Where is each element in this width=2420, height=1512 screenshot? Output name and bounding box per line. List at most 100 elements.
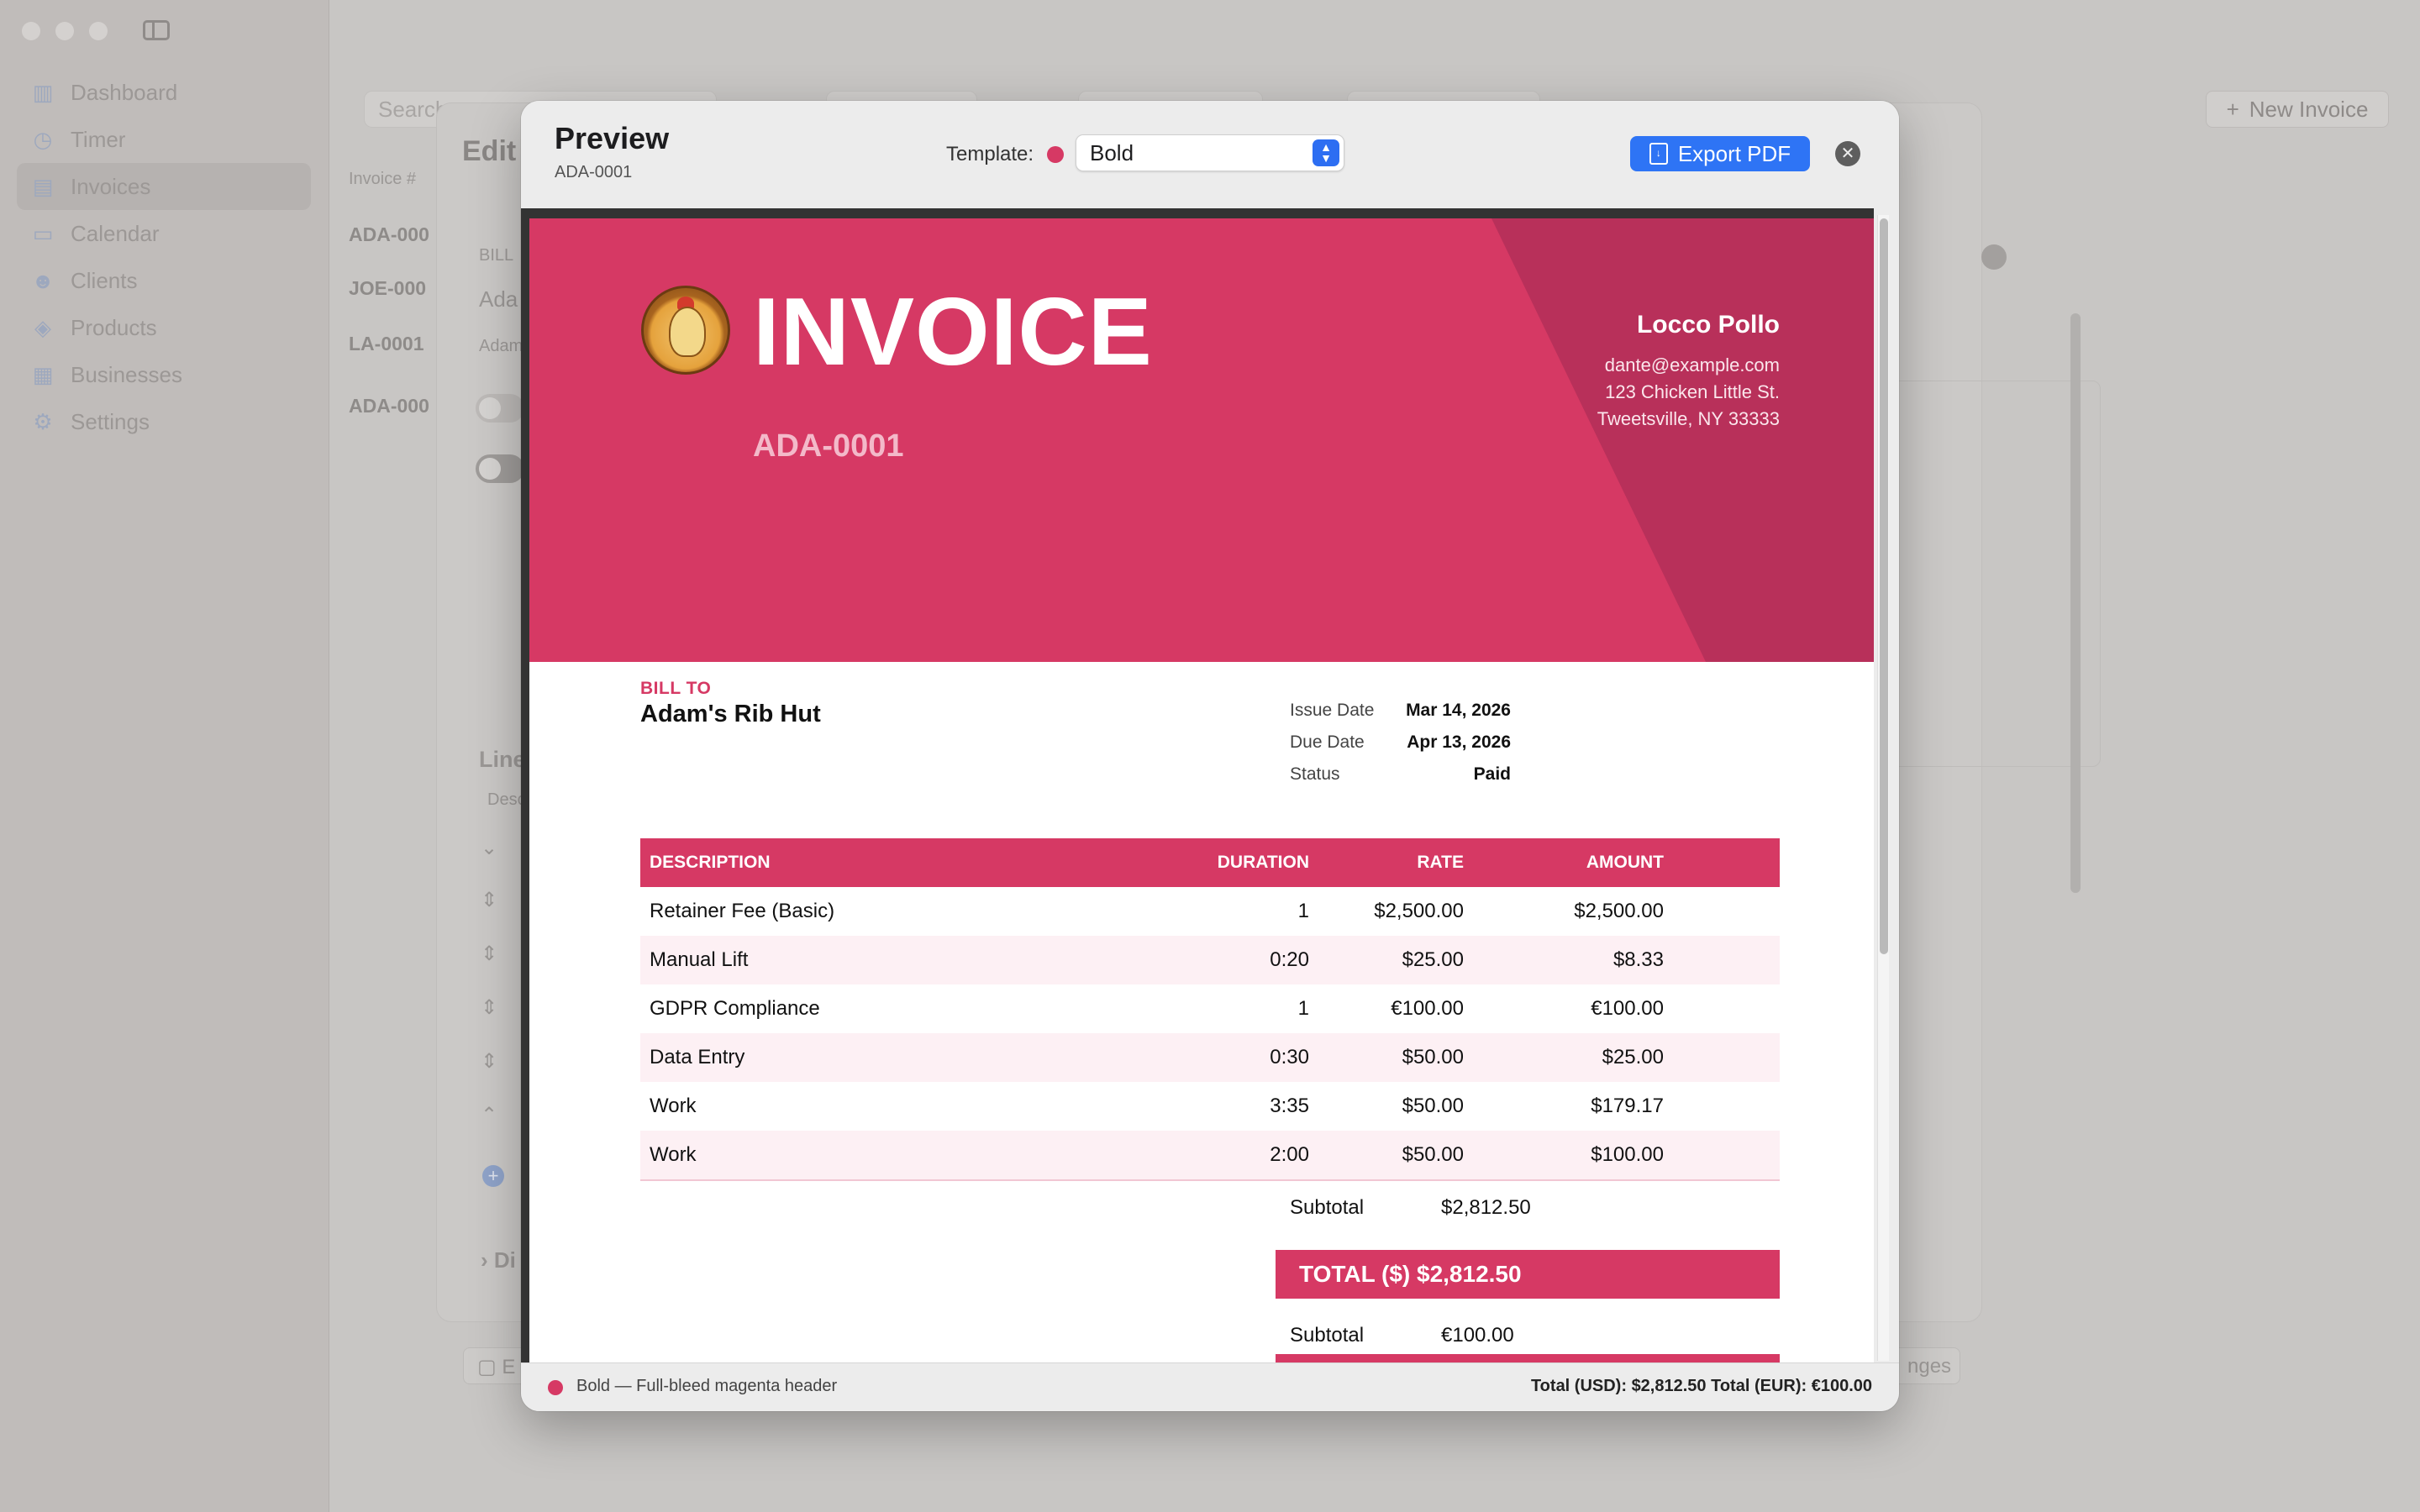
window-controls xyxy=(22,22,108,40)
panel-scrollbar[interactable] xyxy=(2070,313,2081,893)
invoice-list-row[interactable]: ADA-000 xyxy=(349,395,429,417)
issue-date-label: Issue Date xyxy=(1290,701,1375,720)
sidebar-item-settings[interactable]: ⚙ Settings xyxy=(17,398,311,445)
table-row: Work 3:35 $50.00 $179.17 xyxy=(650,1095,1664,1117)
close-icon[interactable]: ✕ xyxy=(1835,141,1860,166)
reorder-icon[interactable]: ⇕ xyxy=(481,995,497,1020)
business-address-line2: Tweetsville, NY 33333 xyxy=(1597,408,1780,429)
client-subtext-fragment: Adam xyxy=(479,337,523,355)
rooster-logo-icon xyxy=(641,286,730,375)
invoice-title: INVOICE xyxy=(753,279,1153,386)
discount-section-fragment[interactable]: › Di xyxy=(481,1247,516,1273)
sidebar-item-products[interactable]: ◈ Products xyxy=(17,304,311,351)
usd-subtotal-label: Subtotal xyxy=(1290,1196,1365,1219)
invoice-page: INVOICE ADA-0001 Locco Pollo dante@examp… xyxy=(529,218,1874,1362)
sidebar-item-calendar[interactable]: ▭ Calendar xyxy=(17,210,311,257)
description-column-fragment: Desc xyxy=(487,790,526,809)
template-color-swatch xyxy=(548,1380,563,1395)
template-select-value: Bold xyxy=(1090,140,1134,165)
client-name: Adam's Rib Hut xyxy=(640,701,821,727)
modal-title: Preview xyxy=(555,121,670,155)
export-pdf-button[interactable]: ↓ Export PDF xyxy=(1630,136,1810,171)
zoom-window-button[interactable] xyxy=(89,22,108,40)
close-icon[interactable] xyxy=(1981,244,2007,270)
page-frame: INVOICE ADA-0001 Locco Pollo dante@examp… xyxy=(521,208,1874,1362)
modal-subtitle: ADA-0001 xyxy=(555,163,633,181)
toggle-switch[interactable] xyxy=(476,394,524,423)
business-address-line1: 123 Chicken Little St. xyxy=(1605,381,1780,402)
building-icon: ▦ xyxy=(32,361,54,387)
chevron-down-icon[interactable]: ⌄ xyxy=(481,836,497,860)
status-value: Paid xyxy=(1473,764,1511,784)
logo-body xyxy=(669,307,706,357)
usd-subtotal-value: $2,812.50 xyxy=(1441,1196,1531,1219)
reorder-icon[interactable]: ⇕ xyxy=(481,1049,497,1074)
plus-icon: + xyxy=(2226,96,2239,122)
template-color-swatch xyxy=(1047,146,1064,163)
issue-date-value: Mar 14, 2026 xyxy=(1406,701,1511,720)
business-email: dante@example.com xyxy=(1604,354,1780,375)
sidebar-item-clients[interactable]: ☻ Clients xyxy=(17,257,311,304)
toggle-switch[interactable] xyxy=(476,454,524,483)
modal-footer: Bold — Full-bleed magenta header Total (… xyxy=(521,1362,1899,1411)
add-line-item-icon[interactable]: + xyxy=(482,1165,504,1187)
bill-to-label: BILL TO xyxy=(640,679,712,698)
close-window-button[interactable] xyxy=(22,22,40,40)
sidebar-item-invoices[interactable]: ▤ Invoices xyxy=(17,163,311,210)
currency-totals: Total (USD): $2,812.50 Total (EUR): €100… xyxy=(1530,1377,1872,1395)
sidebar-item-timer[interactable]: ◷ Timer xyxy=(17,116,311,163)
client-field-fragment[interactable]: Ada xyxy=(479,286,518,312)
new-invoice-button[interactable]: + New Invoice xyxy=(2206,91,2389,128)
table-row: Manual Lift 0:20 $25.00 $8.33 xyxy=(640,936,1780,984)
invoice-list-row[interactable]: ADA-000 xyxy=(349,223,429,246)
table-bottom-border xyxy=(640,1179,1780,1181)
preview-scroll-thumb[interactable] xyxy=(1880,218,1888,954)
header-diagonal-band xyxy=(1491,218,1874,662)
invoice-header-banner: INVOICE ADA-0001 Locco Pollo dante@examp… xyxy=(529,218,1874,662)
column-header-description: DESCRIPTION xyxy=(650,853,771,872)
chevron-up-icon[interactable]: ⌃ xyxy=(481,1103,497,1127)
preview-scrollbar[interactable] xyxy=(1877,215,1889,1361)
edit-panel-title: Edit xyxy=(462,135,517,167)
calendar-icon: ▭ xyxy=(32,220,54,246)
reorder-icon[interactable]: ⇕ xyxy=(481,888,497,912)
eur-total-bar xyxy=(1276,1354,1780,1362)
due-date-value: Apr 13, 2026 xyxy=(1407,732,1511,752)
table-row: GDPR Compliance 1 €100.00 €100.00 xyxy=(650,997,1664,1020)
column-header-rate: RATE xyxy=(1417,853,1464,872)
business-name: Locco Pollo xyxy=(1636,311,1780,339)
people-icon: ☻ xyxy=(31,267,55,293)
invoice-list-row[interactable]: LA-0001 xyxy=(349,333,424,355)
table-row: Retainer Fee (Basic) 1 $2,500.00 $2,500.… xyxy=(650,900,1664,922)
chart-bar-icon: ▥ xyxy=(32,79,54,105)
document-icon: ▢ xyxy=(477,1356,502,1378)
clock-icon: ◷ xyxy=(33,126,53,152)
usd-total-bar: TOTAL ($) $2,812.50 xyxy=(1276,1250,1780,1299)
bill-to-fragment: BILL xyxy=(479,246,514,265)
invoice-list-row[interactable]: JOE-000 xyxy=(349,277,426,300)
preview-modal: Preview ADA-0001 Template: Bold ▲ ▼ ↓ Exp… xyxy=(521,101,1899,1411)
template-select[interactable]: Bold ▲ ▼ xyxy=(1076,134,1344,171)
document-icon: ▤ xyxy=(32,173,54,199)
status-label: Status xyxy=(1290,764,1340,784)
cube-icon: ◈ xyxy=(34,314,51,340)
sidebar: ▥ Dashboard ◷ Timer ▤ Invoices ▭ Calendar ☻ C… xyxy=(0,0,329,1512)
table-row: Data Entry 0:30 $50.00 $25.00 xyxy=(640,1033,1780,1082)
sidebar-nav: ▥ Dashboard ◷ Timer ▤ Invoices ▭ Calendar ☻ C… xyxy=(17,69,311,445)
reorder-icon[interactable]: ⇕ xyxy=(481,942,497,966)
sidebar-item-dashboard[interactable]: ▥ Dashboard xyxy=(17,69,311,116)
sidebar-item-businesses[interactable]: ▦ Businesses xyxy=(17,351,311,398)
document-arrow-icon: ↓ xyxy=(1649,143,1668,165)
invoice-list-header: Invoice # xyxy=(349,170,417,188)
eur-subtotal-value: €100.00 xyxy=(1441,1324,1514,1347)
modal-header: Preview ADA-0001 Template: Bold ▲ ▼ ↓ Exp… xyxy=(521,101,1899,208)
minimize-window-button[interactable] xyxy=(55,22,74,40)
invoice-number: ADA-0001 xyxy=(753,428,904,464)
sidebar-toggle-icon[interactable] xyxy=(143,20,170,40)
gear-icon: ⚙ xyxy=(33,408,53,434)
invoice-preview-area[interactable]: INVOICE ADA-0001 Locco Pollo dante@examp… xyxy=(521,208,1899,1362)
save-changes-button[interactable]: nges xyxy=(1893,1347,1960,1384)
eur-subtotal-label: Subtotal xyxy=(1290,1324,1365,1347)
column-header-amount: AMOUNT xyxy=(1586,853,1664,872)
column-header-duration: DURATION xyxy=(1217,853,1309,872)
